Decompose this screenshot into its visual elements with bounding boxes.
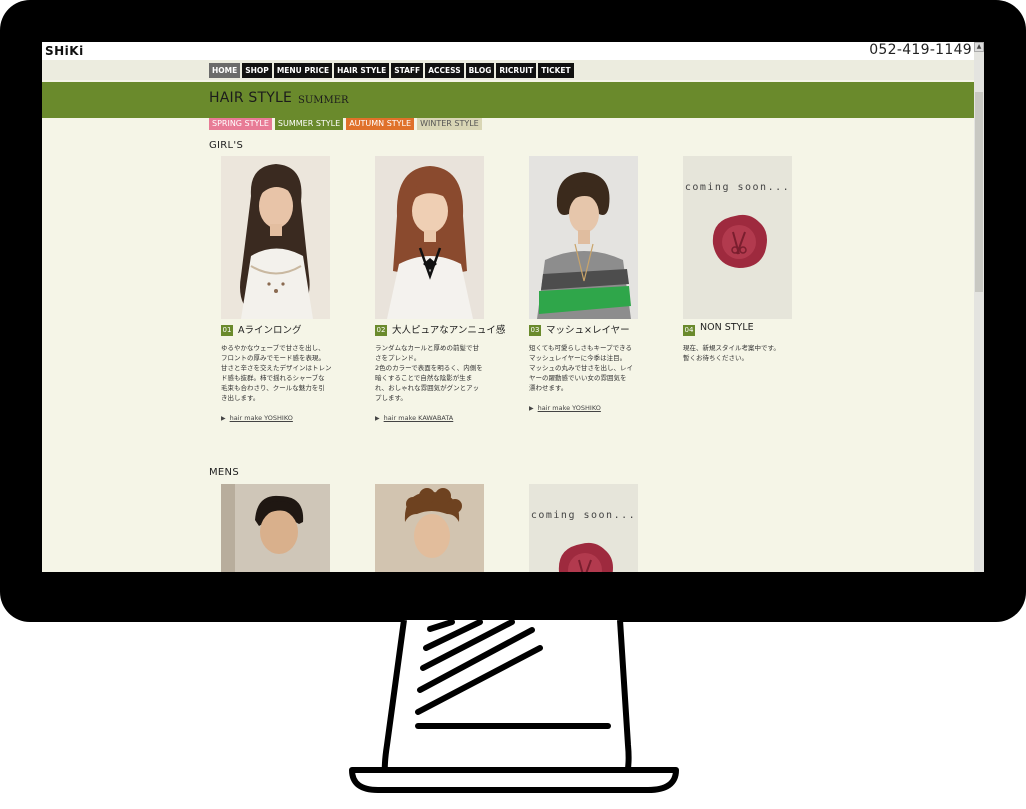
site-logo[interactable]: SHiKi [45, 44, 84, 58]
scrollbar-thumb[interactable] [975, 92, 983, 292]
section-heading-girls: GIRL'S [209, 140, 244, 151]
tab-autumn-style[interactable]: AUTUMN STYLE [346, 118, 415, 130]
tab-summer-style[interactable]: SUMMER STYLE [274, 118, 344, 130]
page-subtitle: SUMMER [298, 95, 349, 106]
scrollbar[interactable] [974, 52, 984, 572]
stylist-link[interactable]: ▶ hair make KAWABATA [375, 414, 453, 422]
card-description: ゆるやかなウェーブで甘さを出し、 フロントの厚みでモード感を表現。 甘さと辛さを交え… [221, 344, 332, 402]
card-title: NON STYLE [700, 322, 754, 333]
card-description: ランダムなカールと厚めの前髪で甘 さをプレンド。 2色のカラーで表面を明るく、内側を… [375, 344, 483, 402]
card-number-badge: 04 [683, 325, 695, 336]
nav-access[interactable]: ACCESS [425, 63, 464, 78]
style-photo[interactable] [375, 156, 484, 319]
card-description: 現在、新規スタイル考案中です。 暫くお待ちください。 [683, 344, 780, 362]
card-title: マッシュ×レイヤー [546, 325, 630, 336]
section-heading-mens: MENS [209, 467, 239, 478]
card-title: 大人ピュアなアンニュイ感 [392, 325, 506, 336]
stylist-link[interactable]: ▶ hair make YOSHIKO [529, 404, 601, 412]
browser-screen: SHiKi 052-419-1149 ▲ HOME SHOP MENU PRIC… [42, 42, 984, 572]
card-number-badge: 02 [375, 325, 387, 336]
top-bar: SHiKi 052-419-1149 [42, 42, 984, 60]
nav-staff[interactable]: STAFF [391, 63, 424, 78]
card-description: 短くても可愛らしさもキープできる マッシュレイヤーに今季は注目。 マッシュの丸みで甘… [529, 344, 633, 392]
style-photo[interactable] [375, 484, 484, 572]
title-band [42, 82, 974, 118]
season-tabs: SPRING STYLE SUMMER STYLE AUTUMN STYLE W… [209, 118, 482, 130]
card-number-badge: 03 [529, 325, 541, 336]
nav-ticket[interactable]: TICKET [538, 63, 574, 78]
coming-soon-image: coming soon... [529, 484, 638, 572]
coming-soon-image: coming soon... [683, 156, 792, 319]
arrow-right-icon: ▶ [375, 415, 380, 422]
arrow-right-icon: ▶ [529, 405, 534, 412]
nav-blog[interactable]: BLOG [465, 63, 495, 78]
tab-winter-style[interactable]: WINTER STYLE [417, 118, 482, 130]
style-photo[interactable] [221, 484, 330, 572]
main-nav: HOME SHOP MENU PRICE HAIR STYLE STAFF AC… [209, 63, 574, 78]
arrow-right-icon: ▶ [221, 415, 226, 422]
tab-spring-style[interactable]: SPRING STYLE [209, 118, 272, 130]
style-photo[interactable] [529, 156, 638, 319]
card-number-badge: 01 [221, 325, 233, 336]
nav-shop[interactable]: SHOP [242, 63, 272, 78]
card-title: Aラインロング [238, 325, 302, 336]
stylist-link[interactable]: ▶ hair make YOSHIKO [221, 414, 293, 422]
nav-recruit[interactable]: RICRUIT [496, 63, 537, 78]
style-photo[interactable] [221, 156, 330, 319]
page-title: HAIR STYLE [209, 90, 293, 106]
nav-menu-price[interactable]: MENU PRICE [273, 63, 333, 78]
wax-seal-icon [712, 214, 767, 268]
nav-hair-style[interactable]: HAIR STYLE [334, 63, 390, 78]
wax-seal-icon [558, 542, 613, 572]
phone-number: 052-419-1149 [869, 42, 972, 58]
nav-home[interactable]: HOME [209, 63, 241, 78]
scroll-up-arrow-icon[interactable]: ▲ [974, 42, 984, 52]
